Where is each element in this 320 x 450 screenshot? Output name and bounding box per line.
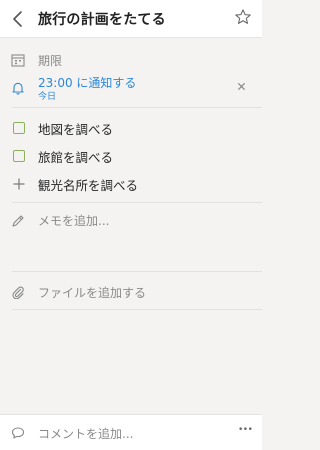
- star-icon[interactable]: [234, 8, 252, 26]
- divider: [12, 202, 262, 203]
- note-input[interactable]: メモを追加...: [38, 212, 109, 229]
- subtask-item: 旅館を調べる: [0, 146, 262, 166]
- due-date-label: 期限: [38, 54, 63, 68]
- add-subtask-row[interactable]: 観光名所を調べる: [0, 174, 262, 194]
- task-header: 旅行の計画をたてる: [0, 0, 262, 38]
- subtask-label[interactable]: 旅館を調べる: [38, 147, 113, 166]
- due-date-row[interactable]: 期限: [0, 50, 262, 72]
- subtask-label[interactable]: 地図を調べる: [38, 119, 113, 138]
- subtask-checkbox[interactable]: [13, 150, 25, 162]
- divider: [12, 271, 262, 272]
- paperclip-icon: [12, 286, 24, 299]
- pencil-icon: [12, 215, 24, 227]
- bell-icon: [12, 82, 24, 95]
- divider: [12, 309, 262, 310]
- reminder-date: 今日: [38, 92, 57, 102]
- task-title[interactable]: 旅行の計画をたてる: [38, 9, 166, 29]
- divider: [12, 107, 262, 108]
- add-file-row[interactable]: ファイルを追加する: [0, 282, 262, 302]
- plus-icon: [13, 178, 25, 190]
- add-subtask-input[interactable]: 観光名所を調べる: [38, 175, 138, 194]
- remove-reminder-icon[interactable]: [237, 82, 246, 91]
- more-options-button[interactable]: •••: [238, 425, 253, 435]
- subtask-checkbox[interactable]: [13, 122, 25, 134]
- comment-input[interactable]: コメントを追加...: [38, 425, 133, 442]
- calendar-icon: [11, 54, 25, 67]
- back-chevron-icon[interactable]: [10, 10, 26, 28]
- comment-bar: コメントを追加... •••: [0, 414, 262, 450]
- note-area[interactable]: メモを追加...: [0, 210, 262, 270]
- reminder-row[interactable]: 23:00 に通知する 今日: [0, 72, 262, 102]
- subtask-item: 地図を調べる: [0, 118, 262, 138]
- comment-bubble-icon: [11, 427, 25, 439]
- add-file-label: ファイルを追加する: [38, 286, 147, 300]
